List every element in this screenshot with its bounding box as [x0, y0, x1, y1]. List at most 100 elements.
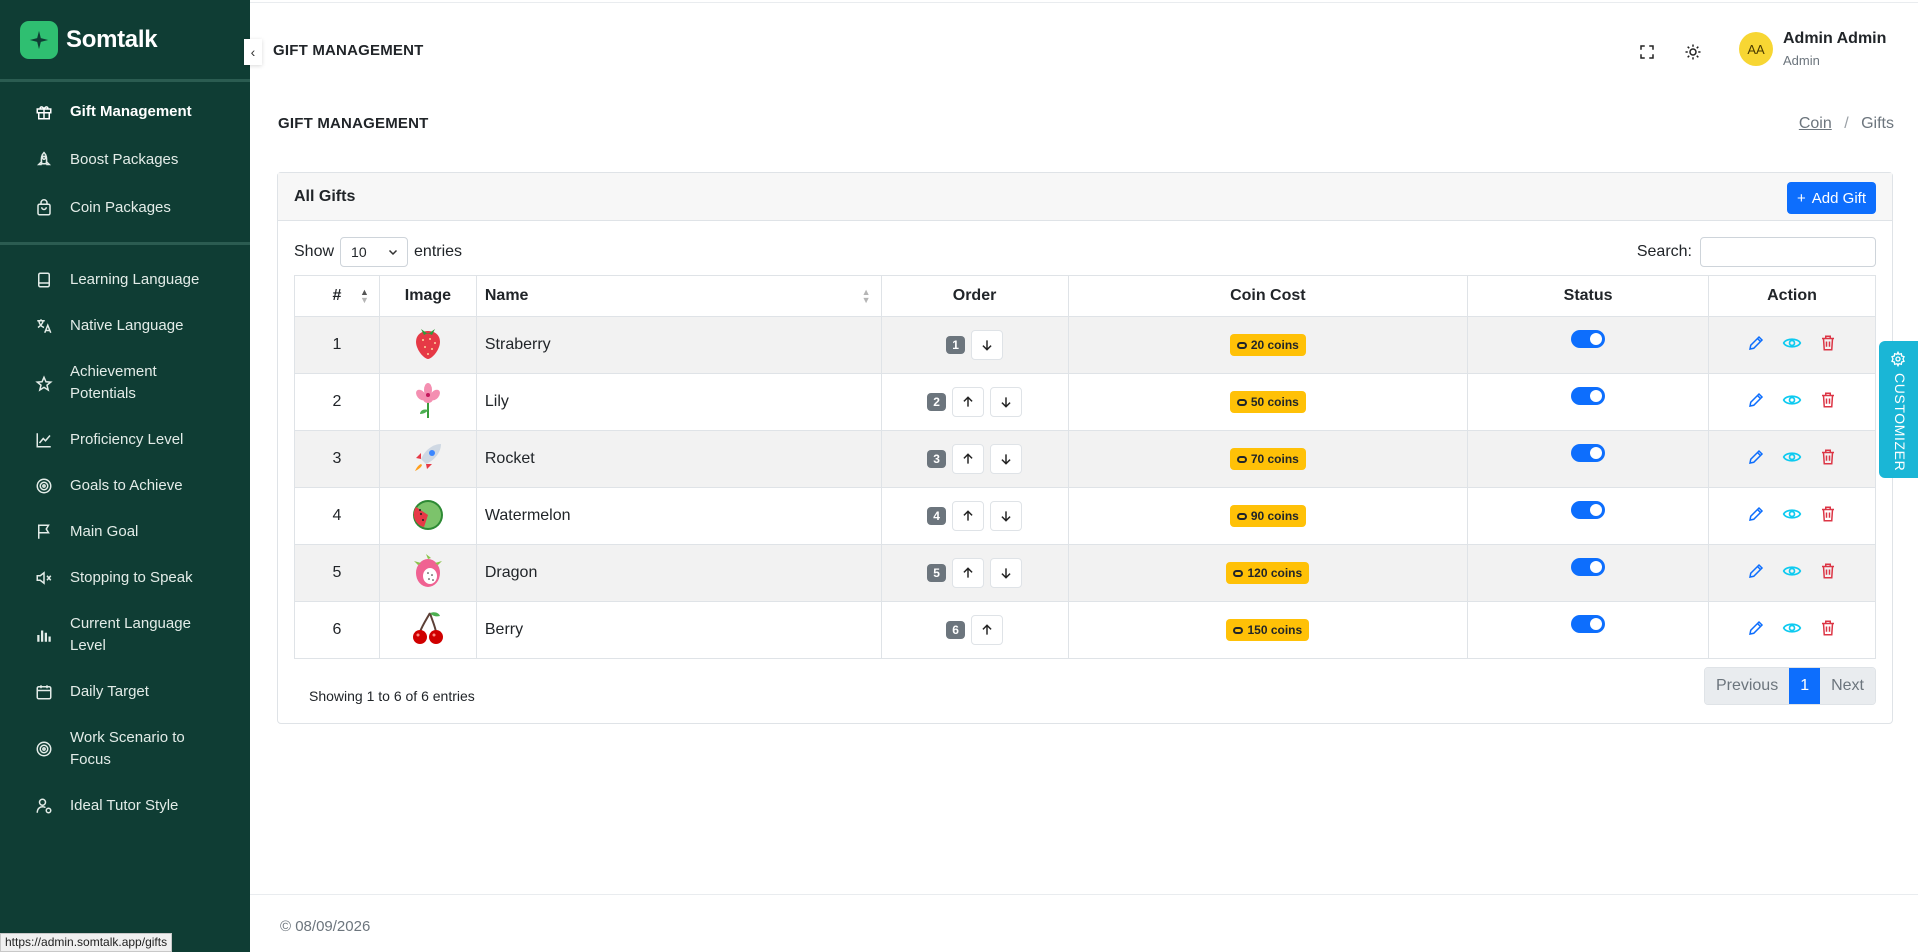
- brand[interactable]: Somtalk: [0, 0, 250, 82]
- cell-number: 3: [294, 430, 380, 488]
- column-header-status: Status: [1467, 275, 1710, 317]
- move-down-button[interactable]: [989, 558, 1022, 588]
- eye-icon: [1782, 618, 1802, 638]
- pagination: Previous 1 Next: [1703, 667, 1876, 705]
- edit-button[interactable]: [1746, 504, 1766, 524]
- topbar-title: GIFT MANAGEMENT: [273, 42, 424, 59]
- view-button[interactable]: [1782, 561, 1802, 581]
- sidebar-item-native-language[interactable]: Native Language: [0, 303, 250, 349]
- table-row: 5 Dragon 5 120 coins: [294, 544, 1876, 602]
- previous-page-button[interactable]: Previous: [1704, 668, 1790, 704]
- sidebar-item-gift-management[interactable]: Gift Management: [0, 88, 250, 136]
- move-down-button[interactable]: [989, 444, 1022, 474]
- customizer-tab[interactable]: CUSTOMIZER: [1879, 341, 1918, 478]
- sidebar-item-label: Boost Packages: [70, 151, 179, 168]
- sidebar-item-current-language-level[interactable]: Current Language Level: [0, 601, 250, 669]
- sidebar-item-ideal-tutor-style[interactable]: Ideal Tutor Style: [0, 783, 250, 829]
- flag-icon: [34, 521, 54, 543]
- fullscreen-button[interactable]: [1636, 41, 1658, 63]
- view-button[interactable]: [1782, 504, 1802, 524]
- view-button[interactable]: [1782, 390, 1802, 410]
- gift-image: [407, 322, 449, 364]
- order-badge: 1: [946, 336, 965, 354]
- edit-button[interactable]: [1746, 561, 1766, 581]
- book-icon: [34, 269, 54, 291]
- sidebar-item-daily-target[interactable]: Daily Target: [0, 669, 250, 715]
- view-button[interactable]: [1782, 447, 1802, 467]
- column-header-image: Image: [378, 275, 477, 317]
- cell-action: [1708, 373, 1876, 431]
- edit-button[interactable]: [1746, 390, 1766, 410]
- sidebar-item-goals-to-achieve[interactable]: Goals to Achieve: [0, 463, 250, 509]
- search-input[interactable]: [1700, 237, 1876, 267]
- sidebar-collapse-button[interactable]: ‹: [244, 39, 262, 65]
- next-page-button[interactable]: Next: [1820, 668, 1875, 704]
- translate-icon: [34, 315, 54, 337]
- cell-image: [378, 544, 477, 602]
- search-label: Search:: [1636, 243, 1692, 260]
- breadcrumb-coin-link[interactable]: Coin: [1799, 115, 1832, 132]
- sidebar-item-work-scenario[interactable]: Work Scenario to Focus: [0, 715, 250, 783]
- column-header-name[interactable]: Name ▲ ▼: [475, 275, 882, 317]
- view-button[interactable]: [1782, 333, 1802, 353]
- cell-status: [1467, 601, 1710, 659]
- move-up-button[interactable]: [951, 444, 984, 474]
- cell-status: [1467, 316, 1710, 374]
- sun-icon: [1685, 44, 1701, 60]
- delete-button[interactable]: [1818, 618, 1838, 638]
- status-toggle[interactable]: [1571, 386, 1606, 405]
- sidebar-item-stopping-to-speak[interactable]: Stopping to Speak: [0, 555, 250, 601]
- avatar[interactable]: AA: [1739, 32, 1773, 66]
- entries-select[interactable]: 10: [340, 237, 409, 267]
- breadcrumb-separator: /: [1844, 115, 1849, 132]
- delete-button[interactable]: [1818, 561, 1838, 581]
- cell-status: [1467, 487, 1710, 545]
- delete-button[interactable]: [1818, 504, 1838, 524]
- sidebar-item-label: Learning Language: [70, 271, 200, 288]
- status-toggle[interactable]: [1571, 500, 1606, 519]
- sidebar-item-label: Work Scenario to Focus: [70, 729, 185, 768]
- theme-toggle-button[interactable]: [1682, 41, 1704, 63]
- status-toggle[interactable]: [1571, 329, 1606, 348]
- status-toggle[interactable]: [1571, 614, 1606, 633]
- user-name[interactable]: Admin Admin: [1783, 30, 1886, 48]
- move-down-button[interactable]: [989, 501, 1022, 531]
- page-1-button[interactable]: 1: [1789, 668, 1821, 704]
- delete-button[interactable]: [1818, 333, 1838, 353]
- view-button[interactable]: [1782, 618, 1802, 638]
- sidebar-item-proficiency-level[interactable]: Proficiency Level: [0, 417, 250, 463]
- move-up-button[interactable]: [951, 558, 984, 588]
- sidebar-item-label: Current Language Level: [70, 615, 191, 654]
- move-up-button[interactable]: [970, 615, 1003, 645]
- move-up-button[interactable]: [951, 387, 984, 417]
- edit-button[interactable]: [1746, 333, 1766, 353]
- trash-icon: [1819, 619, 1837, 637]
- edit-button[interactable]: [1746, 618, 1766, 638]
- cell-order: 6: [880, 601, 1069, 659]
- move-down-button[interactable]: [970, 330, 1003, 360]
- sidebar-item-main-goal[interactable]: Main Goal: [0, 509, 250, 555]
- sidebar-item-coin-packages[interactable]: Coin Packages: [0, 184, 250, 232]
- delete-button[interactable]: [1818, 447, 1838, 467]
- pencil-icon: [1747, 334, 1765, 352]
- add-gift-button[interactable]: + Add Gift: [1787, 182, 1876, 214]
- arrow-down-icon: [999, 509, 1013, 523]
- cell-status: [1467, 544, 1710, 602]
- sidebar-item-boost-packages[interactable]: Boost Packages: [0, 136, 250, 184]
- cell-order: 2: [880, 373, 1069, 431]
- edit-button[interactable]: [1746, 447, 1766, 467]
- pencil-icon: [1747, 448, 1765, 466]
- column-header-order: Order: [880, 275, 1069, 317]
- delete-button[interactable]: [1818, 390, 1838, 410]
- status-toggle[interactable]: [1571, 557, 1606, 576]
- status-toggle[interactable]: [1571, 443, 1606, 462]
- sidebar-item-achievement-potentials[interactable]: Achievement Potentials: [0, 349, 250, 417]
- user-role: Admin: [1783, 53, 1820, 68]
- pencil-icon: [1747, 562, 1765, 580]
- sidebar-item-learning-language[interactable]: Learning Language: [0, 257, 250, 303]
- pencil-icon: [1747, 505, 1765, 523]
- move-up-button[interactable]: [951, 501, 984, 531]
- move-down-button[interactable]: [989, 387, 1022, 417]
- rocket-icon: [34, 149, 54, 171]
- column-header-number[interactable]: # ▲ ▼: [294, 275, 380, 317]
